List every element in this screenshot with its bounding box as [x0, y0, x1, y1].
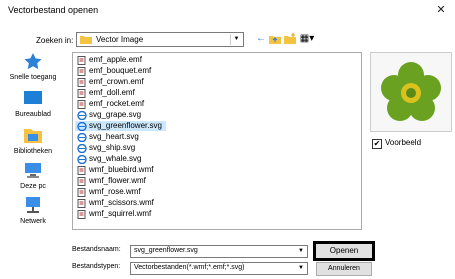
- chevron-down-icon[interactable]: ▼: [296, 263, 306, 274]
- star-icon: [24, 53, 42, 70]
- file-list-item[interactable]: svg_grape.svg: [75, 110, 145, 120]
- file-name: svg_greenflower.svg: [89, 121, 162, 130]
- library-icon: [24, 129, 42, 143]
- lookin-value: Vector Image: [96, 35, 144, 44]
- file-name: emf_doll.emf: [89, 88, 135, 97]
- file-name: emf_apple.emf: [89, 55, 142, 64]
- place-quick-access[interactable]: Snelle toegang: [2, 52, 64, 81]
- image-file-icon: [77, 199, 86, 208]
- back-icon[interactable]: ←: [254, 32, 268, 46]
- preview-image: [381, 62, 441, 121]
- folder-icon: [80, 36, 92, 44]
- file-list-item[interactable]: wmf_rose.wmf: [75, 187, 145, 197]
- file-list-item[interactable]: svg_ship.svg: [75, 143, 139, 153]
- preview-pane: [370, 52, 452, 132]
- filename-label: Bestandsnaam:: [72, 246, 121, 253]
- place-label: Deze pc: [20, 183, 46, 190]
- image-file-icon: [77, 67, 86, 76]
- desktop-icon: [24, 91, 42, 104]
- network-icon: [26, 197, 40, 213]
- file-name: svg_whale.svg: [89, 154, 142, 163]
- file-list-item[interactable]: emf_doll.emf: [75, 88, 139, 98]
- image-file-icon: [77, 188, 86, 197]
- file-list-item[interactable]: wmf_flower.wmf: [75, 176, 150, 186]
- place-this-pc[interactable]: Deze pc: [2, 161, 64, 190]
- file-name: wmf_flower.wmf: [89, 176, 146, 185]
- file-name: wmf_bluebird.wmf: [89, 165, 154, 174]
- cancel-button[interactable]: Annuleren: [316, 262, 372, 276]
- view-menu-icon[interactable]: ▦▾: [298, 32, 316, 46]
- image-file-icon: [77, 177, 86, 186]
- browser-file-icon: [77, 122, 87, 131]
- place-label: Bureaublad: [15, 111, 51, 118]
- place-libraries[interactable]: Bibliotheken: [2, 126, 64, 155]
- file-list-item[interactable]: emf_apple.emf: [75, 55, 146, 65]
- file-name: emf_crown.emf: [89, 77, 144, 86]
- file-list-item[interactable]: wmf_scissors.wmf: [75, 198, 158, 208]
- place-desktop[interactable]: Bureaublad: [2, 89, 64, 118]
- image-file-icon: [77, 100, 86, 109]
- file-name: wmf_rose.wmf: [89, 187, 141, 196]
- up-folder-icon[interactable]: [268, 32, 282, 46]
- filetype-select[interactable]: Vectorbestanden(*.wmf;*.emf;*.svg) ▼: [130, 262, 308, 275]
- chevron-down-icon[interactable]: ▼: [230, 34, 242, 45]
- window-title: Vectorbestand openen: [8, 5, 99, 15]
- filename-input[interactable]: svg_greenflower.svg ▼: [130, 245, 308, 258]
- browser-file-icon: [77, 155, 87, 164]
- chevron-down-icon[interactable]: ▼: [296, 246, 306, 257]
- file-name: svg_grape.svg: [89, 110, 142, 119]
- image-file-icon: [77, 78, 86, 87]
- filetype-label: Bestandstypen:: [72, 263, 121, 270]
- lookin-label: Zoeken in:: [36, 36, 74, 45]
- image-file-icon: [77, 166, 86, 175]
- place-label: Bibliotheken: [13, 148, 53, 155]
- title-bar: Vectorbestand openen ✕: [0, 0, 455, 22]
- file-name: svg_ship.svg: [89, 143, 136, 152]
- close-button[interactable]: ✕: [427, 0, 455, 22]
- place-network[interactable]: Netwerk: [2, 196, 64, 225]
- browser-file-icon: [77, 133, 87, 142]
- lookin-combobox[interactable]: Vector Image ▼: [76, 32, 244, 47]
- browser-file-icon: [77, 111, 87, 120]
- place-label: Snelle toegang: [9, 74, 57, 81]
- file-name: emf_bouquet.emf: [89, 66, 152, 75]
- file-list-item[interactable]: wmf_squirrel.wmf: [75, 209, 155, 219]
- file-name: emf_rocket.emf: [89, 99, 145, 108]
- computer-icon: [25, 163, 41, 178]
- file-list-item[interactable]: emf_bouquet.emf: [75, 66, 155, 76]
- file-list-item[interactable]: svg_heart.svg: [75, 132, 143, 142]
- file-list-item[interactable]: emf_rocket.emf: [75, 99, 148, 109]
- file-name: wmf_squirrel.wmf: [89, 209, 152, 218]
- open-button[interactable]: Openen: [313, 241, 375, 261]
- checkbox-box[interactable]: ✔: [372, 139, 382, 149]
- file-list-item[interactable]: wmf_bluebird.wmf: [75, 165, 157, 175]
- browser-file-icon: [77, 144, 87, 153]
- file-list-item[interactable]: emf_crown.emf: [75, 77, 148, 87]
- file-list[interactable]: emf_apple.emf emf_bouquet.emf emf_crown.em…: [72, 52, 362, 230]
- image-file-icon: [77, 210, 86, 219]
- file-list-item[interactable]: svg_whale.svg: [75, 154, 145, 164]
- new-folder-icon[interactable]: [283, 32, 297, 46]
- file-name: svg_heart.svg: [89, 132, 139, 141]
- file-name: wmf_scissors.wmf: [89, 198, 154, 207]
- filename-value: svg_greenflower.svg: [134, 247, 198, 254]
- file-list-item[interactable]: svg_greenflower.svg: [75, 121, 166, 131]
- place-label: Netwerk: [20, 218, 46, 225]
- image-file-icon: [77, 89, 86, 98]
- preview-checkbox-label: Voorbeeld: [385, 138, 422, 147]
- image-file-icon: [77, 56, 86, 65]
- filetype-value: Vectorbestanden(*.wmf;*.emf;*.svg): [134, 264, 245, 271]
